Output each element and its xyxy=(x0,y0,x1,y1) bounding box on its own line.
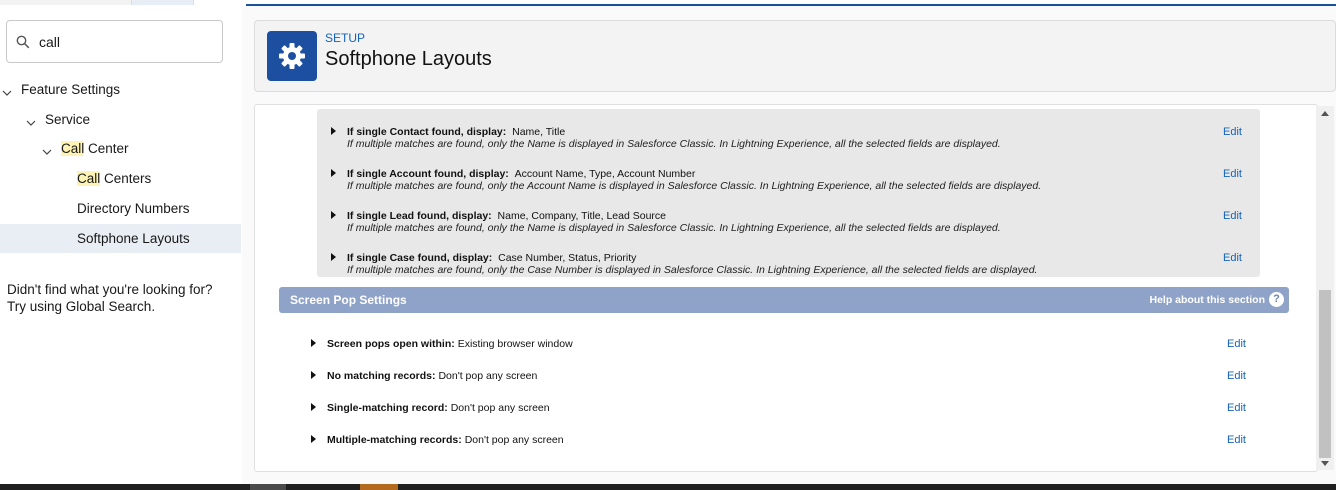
row-label: No matching records: Don't pop any scree… xyxy=(327,370,538,382)
taskbar-item[interactable] xyxy=(250,484,286,490)
screen-pop-section-header: Screen Pop Settings Help about this sect… xyxy=(279,287,1289,313)
expand-triangle-icon[interactable] xyxy=(311,435,316,443)
tree-item-label: Centers xyxy=(100,171,152,186)
edit-link[interactable]: Edit xyxy=(1223,210,1242,222)
tree-item-service[interactable]: Service xyxy=(45,106,90,134)
screen-pop-row-open-within: Screen pops open within: Existing browse… xyxy=(299,335,1259,363)
row-label: If single Lead found, display: Name, Com… xyxy=(347,210,667,222)
edit-link[interactable]: Edit xyxy=(1223,252,1242,264)
main-panel: SETUP Softphone Layouts If single Contac… xyxy=(242,6,1336,484)
row-label: If single Account found, display: Accoun… xyxy=(347,168,696,180)
screen-pop-row-single-match: Single-matching record: Don't pop any sc… xyxy=(299,399,1259,427)
help-icon[interactable]: ? xyxy=(1269,292,1284,307)
row-label: Screen pops open within: Existing browse… xyxy=(327,338,573,350)
taskbar-item-active[interactable] xyxy=(360,484,398,490)
scroll-down-icon[interactable] xyxy=(1321,461,1329,466)
layout-detail-content: If single Contact found, display: Name, … xyxy=(254,104,1318,472)
row-label: If single Contact found, display: Name, … xyxy=(347,126,566,138)
row-note: If multiple matches are found, only the … xyxy=(347,138,1001,150)
expand-triangle-icon[interactable] xyxy=(331,169,336,177)
tree-item-label: Feature Settings xyxy=(21,82,121,97)
tab-left[interactable] xyxy=(0,0,132,5)
page-header: SETUP Softphone Layouts xyxy=(254,20,1336,92)
screen-pop-row-no-match: No matching records: Don't pop any scree… xyxy=(299,367,1259,395)
not-found-message: Didn't find what you're looking for? Try… xyxy=(7,281,213,315)
row-label: If single Case found, display: Case Numb… xyxy=(347,252,637,264)
chevron-down-icon[interactable] xyxy=(42,147,52,157)
expand-triangle-icon[interactable] xyxy=(331,127,336,135)
not-found-line: Didn't find what you're looking for? xyxy=(7,282,213,297)
page-title: Softphone Layouts xyxy=(325,48,492,70)
tree-item-softphone-layouts[interactable]: Softphone Layouts xyxy=(77,225,190,253)
edit-link[interactable]: Edit xyxy=(1227,434,1246,446)
tree-item-label: Directory Numbers xyxy=(77,201,190,216)
expand-triangle-icon[interactable] xyxy=(311,339,316,347)
tree-item-call-center[interactable]: Call Center xyxy=(61,135,129,163)
row-label: Multiple-matching records: Don't pop any… xyxy=(327,434,564,446)
chevron-down-icon[interactable] xyxy=(2,88,12,98)
display-row-lead: If single Lead found, display: Name, Com… xyxy=(317,201,1260,243)
tree-item-label: Softphone Layouts xyxy=(77,231,190,246)
tree-item-feature-settings[interactable]: Feature Settings xyxy=(21,76,120,104)
chevron-down-icon[interactable] xyxy=(26,118,36,128)
tab-active[interactable] xyxy=(132,0,194,5)
breadcrumb-setup[interactable]: SETUP xyxy=(325,31,365,45)
row-note: If multiple matches are found, only the … xyxy=(347,180,1042,192)
row-note: If multiple matches are found, only the … xyxy=(347,264,1038,276)
display-row-contact: If single Contact found, display: Name, … xyxy=(317,117,1260,159)
search-match-highlight: Call xyxy=(61,141,85,156)
row-note: If multiple matches are found, only the … xyxy=(347,222,1001,234)
vertical-scrollbar[interactable] xyxy=(1316,106,1334,470)
edit-link[interactable]: Edit xyxy=(1227,370,1246,382)
search-match-highlight: Call xyxy=(77,171,101,186)
setup-sidebar: call Feature Settings Service Call Cente… xyxy=(0,6,242,484)
expand-triangle-icon[interactable] xyxy=(311,371,316,379)
help-link[interactable]: Help about this section xyxy=(1149,294,1265,306)
row-label: Single-matching record: Don't pop any sc… xyxy=(327,402,550,414)
display-row-case: If single Case found, display: Case Numb… xyxy=(317,243,1260,285)
expand-triangle-icon[interactable] xyxy=(311,403,316,411)
search-icon xyxy=(16,35,30,49)
tree-item-call-centers[interactable]: Call Centers xyxy=(77,165,151,193)
taskbar-strip xyxy=(0,484,1336,490)
expand-triangle-icon[interactable] xyxy=(331,211,336,219)
global-search-hint: Try using Global Search. xyxy=(7,299,156,314)
tree-item-label: Service xyxy=(45,112,91,127)
tree-item-label: Center xyxy=(84,141,129,156)
edit-link[interactable]: Edit xyxy=(1223,168,1242,180)
quick-find-input[interactable]: call xyxy=(6,20,223,63)
scroll-up-icon[interactable] xyxy=(1321,111,1329,116)
display-row-account: If single Account found, display: Accoun… xyxy=(317,159,1260,201)
gear-icon xyxy=(267,31,317,81)
scrollbar-thumb[interactable] xyxy=(1319,290,1331,458)
edit-link[interactable]: Edit xyxy=(1227,402,1246,414)
search-value: call xyxy=(39,34,61,50)
section-title: Screen Pop Settings xyxy=(290,293,407,307)
screen-pop-row-multiple-match: Multiple-matching records: Don't pop any… xyxy=(299,431,1259,459)
tree-item-directory-numbers[interactable]: Directory Numbers xyxy=(77,195,190,223)
edit-link[interactable]: Edit xyxy=(1227,338,1246,350)
edit-link[interactable]: Edit xyxy=(1223,126,1242,138)
display-settings-box: If single Contact found, display: Name, … xyxy=(317,109,1260,277)
expand-triangle-icon[interactable] xyxy=(331,253,336,261)
